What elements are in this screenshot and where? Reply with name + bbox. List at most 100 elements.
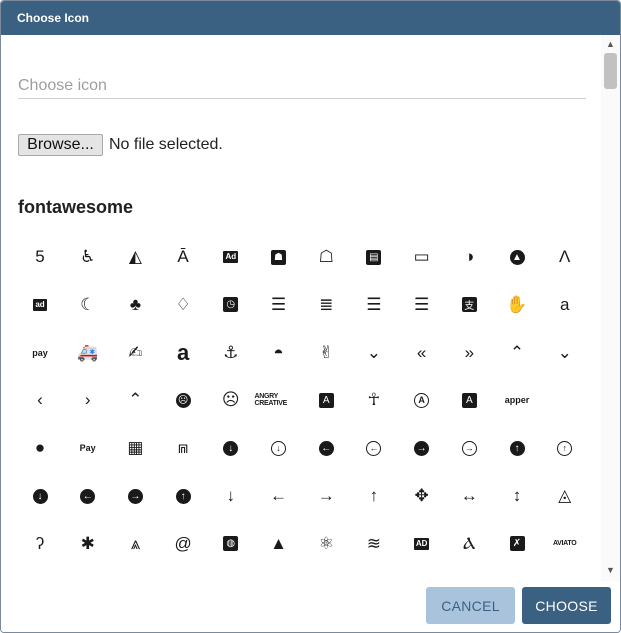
icon-option[interactable]: ‹: [16, 376, 64, 424]
dialog-footer: CANCEL CHOOSE: [1, 581, 620, 632]
icon-option[interactable]: ⌃: [111, 376, 159, 424]
icon-option[interactable]: ↔: [445, 472, 493, 520]
icon-option[interactable]: ♣: [111, 281, 159, 329]
icon-option[interactable]: Ad: [207, 233, 255, 281]
choose-button[interactable]: CHOOSE: [522, 587, 611, 624]
icon-option[interactable]: ⩓: [111, 520, 159, 568]
icon-option[interactable]: 🚑: [64, 329, 112, 377]
icon-option[interactable]: ▦: [111, 424, 159, 472]
icon-option[interactable]: ✍: [111, 329, 159, 377]
dialog-title: Choose Icon: [17, 11, 90, 25]
icon-option[interactable]: ←: [64, 472, 112, 520]
icon-option[interactable]: ↑: [350, 472, 398, 520]
icon-row: 5 ♿ ◭ Ā Ad ☗ ☖ ▤ ▭ ◑ ▲ Λ: [16, 233, 586, 281]
icon-option[interactable]: ⌄: [350, 329, 398, 377]
choose-icon-input[interactable]: [18, 75, 586, 97]
icon-option[interactable]: ʔ: [16, 520, 64, 568]
icon-option[interactable]: ✱: [64, 520, 112, 568]
icon-option[interactable]: ↕: [493, 472, 541, 520]
icon-option[interactable]: AVIATO: [541, 520, 589, 568]
icon-option[interactable]: a: [159, 329, 207, 377]
icon-option[interactable]: ↑: [159, 472, 207, 520]
icon-option[interactable]: ☥: [350, 376, 398, 424]
archive-icon: ▦: [127, 438, 144, 458]
icon-option[interactable]: ↑: [541, 424, 589, 472]
scroll-down-arrow-icon[interactable]: ▼: [605, 565, 616, 575]
icon-option[interactable]: Ⲁ: [445, 520, 493, 568]
icon-option[interactable]: ◭: [111, 233, 159, 281]
icon-option[interactable]: ⩎: [159, 424, 207, 472]
vertical-scrollbar[interactable]: ▲ ▼: [601, 35, 620, 581]
icon-option[interactable]: ◍: [207, 520, 255, 568]
icon-option[interactable]: ▭: [398, 233, 446, 281]
icon-option[interactable]: ♿: [64, 233, 112, 281]
icon-option[interactable]: ▤: [350, 233, 398, 281]
icon-option[interactable]: →: [445, 424, 493, 472]
icon-option[interactable]: ↓: [207, 424, 255, 472]
browse-button[interactable]: Browse...: [18, 134, 103, 156]
icon-option[interactable]: [541, 376, 589, 424]
icon-option[interactable]: Ā: [159, 233, 207, 281]
icon-option[interactable]: ☰: [398, 281, 446, 329]
apper-icon: apper: [504, 395, 530, 406]
icon-option[interactable]: ◷: [207, 281, 255, 329]
arrows-alt-v-icon: ↕: [512, 486, 522, 505]
arrow-circle-left-icon: ←: [80, 488, 96, 504]
icon-option[interactable]: ↑: [493, 424, 541, 472]
icon-option[interactable]: ✥: [398, 472, 446, 520]
icon-option[interactable]: ⌄: [541, 329, 589, 377]
icon-option[interactable]: ☹: [159, 376, 207, 424]
cancel-button[interactable]: CANCEL: [426, 587, 515, 624]
icon-option[interactable]: ●: [16, 424, 64, 472]
icon-option[interactable]: ↓: [16, 472, 64, 520]
icon-option[interactable]: a: [541, 281, 589, 329]
icon-option[interactable]: ◑: [445, 233, 493, 281]
icon-option[interactable]: ANGRY CREATIVE: [255, 376, 303, 424]
icon-option[interactable]: ↓: [207, 472, 255, 520]
icon-option[interactable]: ⚓: [207, 329, 255, 377]
icon-option[interactable]: ◓: [255, 329, 303, 377]
icon-option[interactable]: ▲: [493, 233, 541, 281]
icon-option[interactable]: ↓: [255, 424, 303, 472]
icon-option[interactable]: ←: [255, 472, 303, 520]
scroll-up-arrow-icon[interactable]: ▲: [605, 39, 616, 49]
icon-option[interactable]: AD: [398, 520, 446, 568]
icon-option[interactable]: ☰: [350, 281, 398, 329]
icon-option[interactable]: ≣: [302, 281, 350, 329]
icon-option[interactable]: apper: [493, 376, 541, 424]
icon-option[interactable]: ✋: [493, 281, 541, 329]
angle-right-icon: ›: [84, 390, 91, 410]
icon-option[interactable]: ←: [302, 424, 350, 472]
icon-option[interactable]: »: [445, 329, 493, 377]
icon-option[interactable]: ⚛: [302, 520, 350, 568]
icon-option[interactable]: →: [111, 472, 159, 520]
icon-option[interactable]: 5: [16, 233, 64, 281]
icon-option[interactable]: ☹: [207, 376, 255, 424]
icon-option[interactable]: pay: [16, 329, 64, 377]
icon-option[interactable]: A: [302, 376, 350, 424]
icon-option[interactable]: ◬: [541, 472, 589, 520]
icon-option[interactable]: ▲: [255, 520, 303, 568]
icon-option[interactable]: ☖: [302, 233, 350, 281]
icon-option[interactable]: →: [398, 424, 446, 472]
icon-option[interactable]: →: [302, 472, 350, 520]
icon-option[interactable]: ☾: [64, 281, 112, 329]
scroll-thumb[interactable]: [604, 53, 617, 89]
icon-option[interactable]: A: [445, 376, 493, 424]
icon-option[interactable]: ☗: [255, 233, 303, 281]
icon-option[interactable]: ⌃: [493, 329, 541, 377]
icon-option[interactable]: ♢: [159, 281, 207, 329]
icon-option[interactable]: ✌: [302, 329, 350, 377]
icon-option[interactable]: ≋: [350, 520, 398, 568]
icon-option[interactable]: Λ: [541, 233, 589, 281]
icon-option[interactable]: ad: [16, 281, 64, 329]
icon-option[interactable]: 支: [445, 281, 493, 329]
icon-option[interactable]: @: [159, 520, 207, 568]
icon-option[interactable]: ✗: [493, 520, 541, 568]
icon-option[interactable]: ☰: [255, 281, 303, 329]
icon-option[interactable]: A: [398, 376, 446, 424]
icon-option[interactable]: Pay: [64, 424, 112, 472]
icon-option[interactable]: ←: [350, 424, 398, 472]
icon-option[interactable]: «: [398, 329, 446, 377]
icon-option[interactable]: ›: [64, 376, 112, 424]
